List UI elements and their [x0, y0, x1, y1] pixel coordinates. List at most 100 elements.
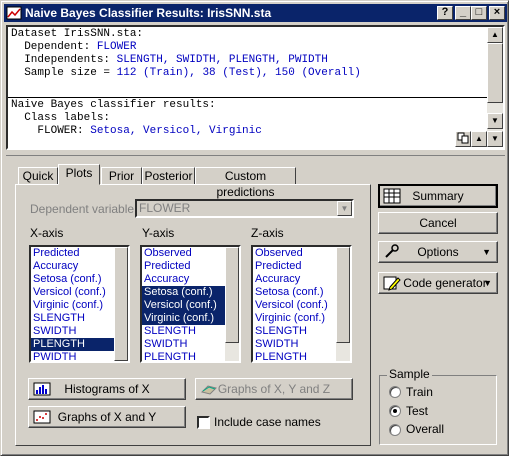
- output-line-label: Class labels:: [11, 112, 111, 124]
- tab-quick[interactable]: Quick: [18, 167, 58, 185]
- results-output[interactable]: Dataset IrisSNN.sta: Dependent: FLOWER I…: [6, 25, 505, 150]
- spreadsheet-icon: [383, 188, 401, 204]
- output-line: Class labels:: [11, 112, 491, 125]
- graphs-xyz-label: Graphs of X, Y and Z: [217, 382, 331, 396]
- list-item[interactable]: PLENGTH: [142, 351, 225, 361]
- summary-button[interactable]: Summary: [378, 184, 498, 208]
- histograms-button[interactable]: Histograms of X: [28, 378, 186, 400]
- list-item[interactable]: SLENGTH: [31, 312, 114, 325]
- sample-overall-radio[interactable]: [389, 424, 401, 436]
- app-icon: [6, 6, 22, 20]
- scroll-thumb[interactable]: [487, 43, 503, 103]
- list-item[interactable]: PWIDTH: [31, 351, 114, 361]
- list-item[interactable]: Versicol (conf.): [253, 299, 336, 312]
- list-item[interactable]: Predicted: [31, 247, 114, 260]
- x-axis-list[interactable]: Predicted Accuracy Setosa (conf.) Versicol …: [29, 245, 130, 363]
- scroll-up-icon[interactable]: ▲: [487, 27, 503, 43]
- copy-icon[interactable]: [455, 131, 471, 147]
- list-item[interactable]: SWIDTH: [142, 338, 225, 351]
- tab-posterior[interactable]: Posterior: [142, 167, 195, 185]
- sample-train-label: Train: [406, 385, 433, 399]
- scatterplot-icon: [33, 410, 51, 424]
- x-list-scrollbar[interactable]: [114, 247, 128, 361]
- x-axis-label: X-axis: [30, 226, 64, 240]
- options-button[interactable]: Options ▼: [378, 241, 498, 263]
- title-bar[interactable]: Naive Bayes Classifier Results: IrisSNN.…: [4, 4, 507, 22]
- output-line-value: SLENGTH, SWIDTH, PLENGTH, PWIDTH: [116, 54, 328, 66]
- list-item[interactable]: SWIDTH: [253, 338, 336, 351]
- z-list-scroll-thumb[interactable]: [336, 247, 350, 343]
- sample-test-radio[interactable]: [389, 405, 401, 417]
- close-button[interactable]: ×: [489, 6, 505, 20]
- maximize-button[interactable]: □: [471, 6, 487, 20]
- output-line: FLOWER: Setosa, Versicol, Virginic: [11, 125, 491, 138]
- dropdown-arrow-icon: ▼: [483, 278, 492, 288]
- list-item[interactable]: Accuracy: [253, 273, 336, 286]
- output-line-label: FLOWER:: [11, 125, 91, 137]
- sample-train-radio[interactable]: [389, 386, 401, 398]
- include-case-names-label: Include case names: [214, 415, 321, 429]
- list-item[interactable]: PLENGTH: [253, 351, 336, 361]
- results-text: Dataset IrisSNN.sta: Dependent: FLOWER I…: [11, 28, 491, 138]
- graphs-xyz-button: Graphs of X, Y and Z: [195, 378, 353, 400]
- graphs-xy-label: Graphs of X and Y: [57, 410, 157, 424]
- list-item[interactable]: PLENGTH: [31, 338, 114, 351]
- output-scrollbar[interactable]: ▲ ▼: [487, 27, 503, 131]
- window-title: Naive Bayes Classifier Results: IrisSNN.…: [25, 6, 272, 20]
- output-line: Dependent: FLOWER: [11, 41, 491, 54]
- sample-group-label: Sample: [387, 367, 432, 381]
- output-line-label: Dependent:: [11, 41, 97, 53]
- code-generator-button[interactable]: Code generator ▼: [378, 272, 498, 294]
- list-item[interactable]: SLENGTH: [253, 325, 336, 338]
- results-window: Naive Bayes Classifier Results: IrisSNN.…: [0, 0, 509, 456]
- z-list-scrollbar[interactable]: [336, 247, 350, 361]
- y-axis-list[interactable]: Observed Predicted Accuracy Setosa (conf.) V…: [140, 245, 241, 363]
- list-item[interactable]: Versicol (conf.): [31, 286, 114, 299]
- chevron-down-icon: ▼: [337, 201, 352, 216]
- list-item[interactable]: Setosa (conf.): [253, 286, 336, 299]
- cancel-button[interactable]: Cancel: [378, 212, 498, 234]
- list-item[interactable]: Virginic (conf.): [253, 312, 336, 325]
- tab-prior[interactable]: Prior: [101, 167, 142, 185]
- list-item[interactable]: SWIDTH: [31, 325, 114, 338]
- list-item[interactable]: Versicol (conf.): [142, 299, 225, 312]
- list-item[interactable]: Virginic (conf.): [142, 312, 225, 325]
- list-item[interactable]: Observed: [253, 247, 336, 260]
- list-item[interactable]: Accuracy: [142, 273, 225, 286]
- dropdown-arrow-icon: ▼: [482, 247, 491, 257]
- options-icon: [385, 244, 399, 258]
- list-item[interactable]: Virginic (conf.): [31, 299, 114, 312]
- list-item[interactable]: Predicted: [253, 260, 336, 273]
- list-item[interactable]: Predicted: [142, 260, 225, 273]
- list-item[interactable]: SLENGTH: [142, 325, 225, 338]
- help-button[interactable]: ?: [437, 6, 453, 20]
- list-item[interactable]: Accuracy: [31, 260, 114, 273]
- summary-label: Summary: [412, 189, 464, 203]
- list-item[interactable]: Observed: [142, 247, 225, 260]
- code-generator-label: Code generator: [403, 276, 487, 290]
- y-list-scrollbar[interactable]: [225, 247, 239, 361]
- histograms-label: Histograms of X: [64, 382, 150, 396]
- dependent-variable-combo: FLOWER ▼: [135, 199, 354, 218]
- tab-custom-predictions[interactable]: Custom predictions: [195, 167, 296, 199]
- include-case-names-checkbox[interactable]: [197, 416, 210, 429]
- output-line-label: Independents:: [11, 54, 117, 66]
- scroll-down-icon[interactable]: ▼: [487, 113, 503, 129]
- output-line: Sample size = 112 (Train), 38 (Test), 15…: [11, 67, 491, 80]
- nav-down-icon[interactable]: ▼: [487, 131, 503, 147]
- x-list-scroll-thumb[interactable]: [114, 247, 128, 361]
- output-line: Dataset IrisSNN.sta:: [11, 28, 491, 41]
- minimize-button[interactable]: _: [455, 6, 471, 20]
- list-item[interactable]: Setosa (conf.): [31, 273, 114, 286]
- y-list-scroll-thumb[interactable]: [225, 247, 239, 343]
- z-axis-label: Z-axis: [251, 226, 284, 240]
- output-separator: [8, 97, 492, 98]
- output-line: Naive Bayes classifier results:: [11, 99, 491, 112]
- graphs-xy-button[interactable]: Graphs of X and Y: [28, 406, 186, 428]
- list-item[interactable]: Setosa (conf.): [142, 286, 225, 299]
- output-line-value: Setosa, Versicol, Virginic: [90, 125, 262, 137]
- nav-up-icon[interactable]: ▲: [471, 131, 487, 147]
- tab-plots[interactable]: Plots: [58, 164, 100, 185]
- z-axis-list[interactable]: Observed Predicted Accuracy Setosa (conf.) V…: [251, 245, 352, 363]
